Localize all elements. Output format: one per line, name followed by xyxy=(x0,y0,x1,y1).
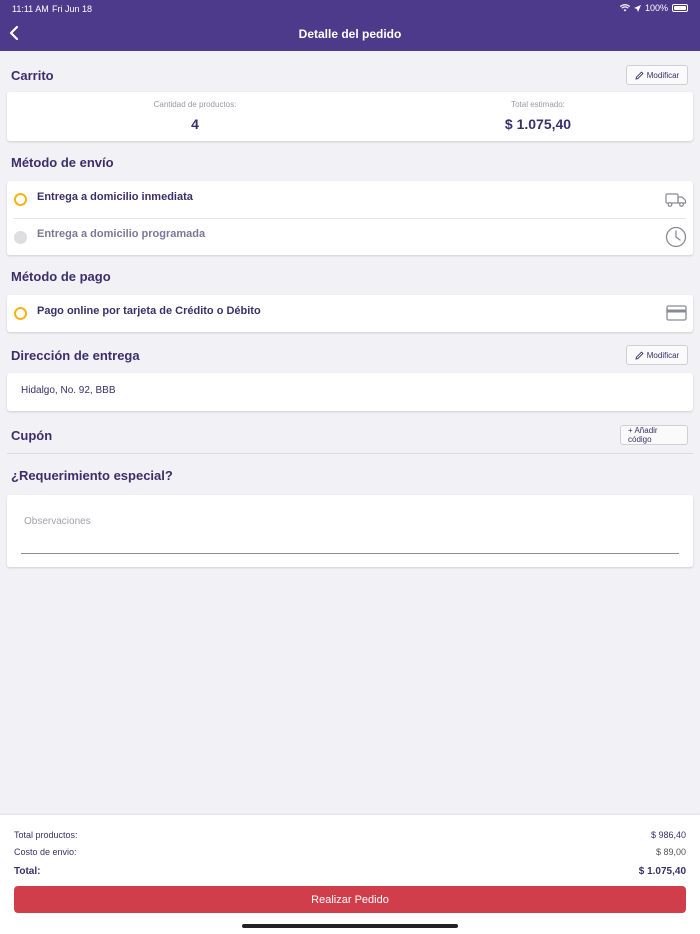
add-coupon-label: + Añadir código xyxy=(628,426,658,444)
special-request-title: ¿Requerimiento especial? xyxy=(11,468,173,483)
pencil-icon xyxy=(635,70,644,80)
clock-icon xyxy=(665,226,687,248)
add-coupon-button[interactable]: + Añadir código xyxy=(620,425,688,445)
cart-modify-button[interactable]: Modificar xyxy=(626,65,688,85)
shipping-cost-value: $ 89,00 xyxy=(655,847,686,857)
shipping-option-immediate[interactable]: Entrega a domicilio inmediata xyxy=(7,181,693,217)
order-summary-panel: Total productos: $ 986,40 Costo de envio… xyxy=(0,815,700,934)
address-card[interactable]: Hidalgo, No. 92, BBB xyxy=(7,373,693,411)
cart-card: Cantidad de productos: 4 Total estimado:… xyxy=(7,92,693,141)
top-bar: 11:11 AM Fri Jun 18 100% Detalle del ped… xyxy=(0,0,700,51)
credit-card-icon xyxy=(666,305,687,321)
cart-total-label: Total estimado: xyxy=(511,100,565,109)
place-order-button[interactable]: Realizar Pedido xyxy=(14,886,686,913)
observations-placeholder[interactable]: Observaciones xyxy=(24,516,91,527)
payment-option-label: Pago online por tarjeta de Crédito o Déb… xyxy=(37,305,261,317)
address-value: Hidalgo, No. 92, BBB xyxy=(21,385,116,396)
status-time: 11:11 AM xyxy=(12,4,49,14)
shipping-option-label: Entrega a domicilio inmediata xyxy=(37,191,193,203)
grand-total-label: Total: xyxy=(14,866,41,877)
address-modify-label: Modificar xyxy=(646,350,680,360)
cart-modify-label: Modificar xyxy=(646,70,680,80)
grand-total-value: $ 1.075,40 xyxy=(638,866,686,877)
products-total-label: Total productos: xyxy=(14,830,78,840)
address-modify-button[interactable]: Modificar xyxy=(626,345,688,365)
page-title: Detalle del pedido xyxy=(298,27,402,41)
payment-section-title: Método de pago xyxy=(11,269,111,284)
battery-icon xyxy=(672,4,688,12)
wifi-icon xyxy=(619,4,630,12)
cart-section-title: Carrito xyxy=(11,68,54,83)
observations-underline xyxy=(21,553,679,554)
payment-card: Pago online por tarjeta de Crédito o Déb… xyxy=(7,295,693,332)
cart-qty-value: 4 xyxy=(191,116,199,132)
status-indicators: 100% xyxy=(619,3,688,13)
products-total-value: $ 986,40 xyxy=(650,830,686,840)
divider xyxy=(7,453,693,454)
shipping-option-label: Entrega a domicilio programada xyxy=(37,228,206,240)
radio-unselected[interactable] xyxy=(14,231,27,244)
cart-total-value: $ 1.075,40 xyxy=(504,116,572,132)
shipping-card: Entrega a domicilio inmediata Entrega a … xyxy=(7,181,693,255)
pencil-icon xyxy=(635,350,644,360)
location-arrow-icon xyxy=(633,4,641,12)
truck-icon xyxy=(665,193,687,207)
status-bar: 11:11 AM Fri Jun 18 100% xyxy=(0,0,700,18)
radio-selected[interactable] xyxy=(14,307,27,320)
cart-qty-label: Cantidad de productos: xyxy=(153,100,237,109)
payment-option-card[interactable]: Pago online por tarjeta de Crédito o Déb… xyxy=(7,295,693,331)
shipping-cost-label: Costo de envio: xyxy=(14,847,77,857)
shipping-option-scheduled[interactable]: Entrega a domicilio programada xyxy=(7,218,693,254)
address-section-title: Dirección de entrega xyxy=(11,348,140,363)
shipping-section-title: Método de envío xyxy=(11,155,114,170)
coupon-section-title: Cupón xyxy=(11,428,53,443)
battery-percent: 100% xyxy=(644,3,668,13)
special-request-card: Observaciones xyxy=(7,495,693,567)
status-date: Fri Jun 18 xyxy=(52,4,93,14)
radio-selected[interactable] xyxy=(14,193,27,206)
home-indicator xyxy=(242,924,458,928)
